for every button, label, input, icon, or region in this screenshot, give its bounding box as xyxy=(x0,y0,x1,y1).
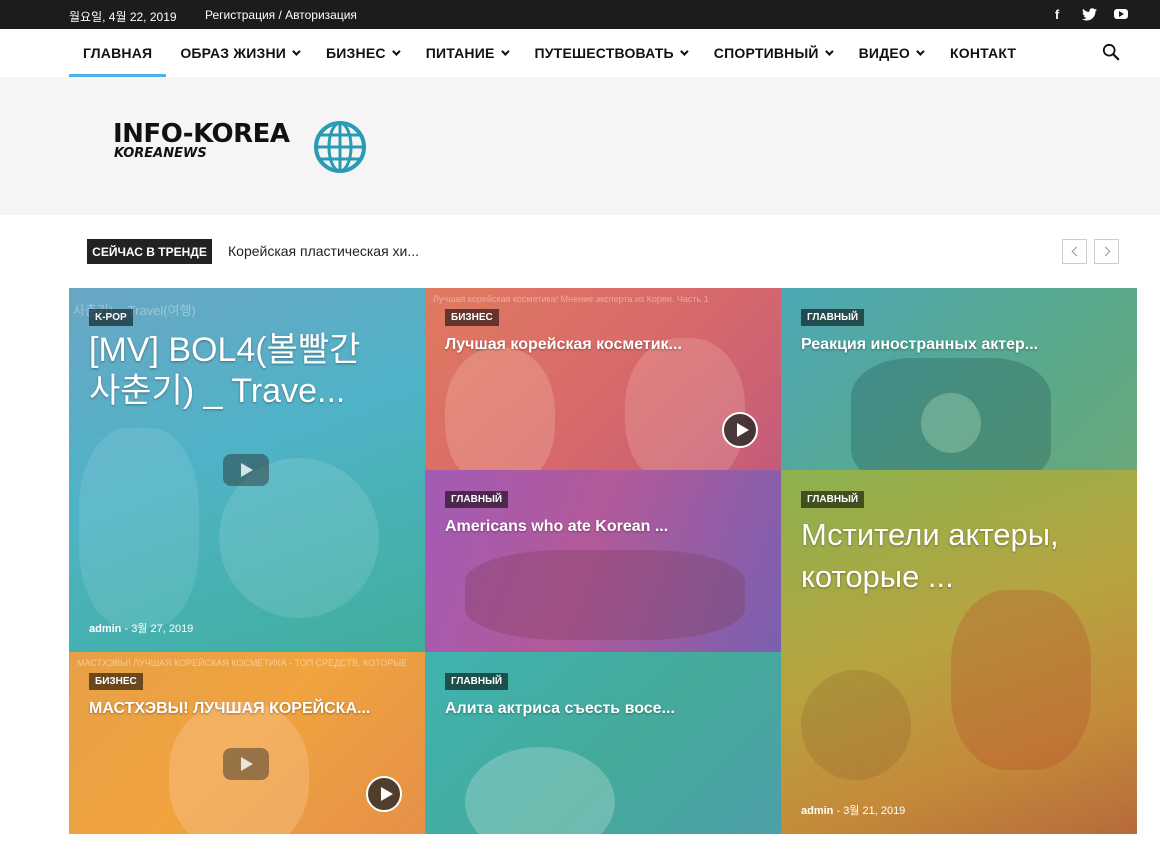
chevron-down-icon xyxy=(824,47,834,56)
category-badge[interactable]: БИЗНЕС xyxy=(89,673,143,690)
facebook-icon[interactable]: f xyxy=(1048,6,1066,22)
trending-headline[interactable]: Корейская пластическая хи... xyxy=(228,243,419,259)
photo-area xyxy=(445,348,555,470)
photo-area xyxy=(921,393,981,453)
post-title[interactable]: Алита актриса съесть восе... xyxy=(445,700,675,718)
post-title[interactable]: Реакция иностранных актер... xyxy=(801,336,1038,354)
featured-post-tile[interactable]: ГЛАВНЫЙ Мстители актеры, которые ... adm… xyxy=(781,470,1137,834)
trending-prev-button[interactable] xyxy=(1062,239,1087,264)
post-meta: admin - 3월 27, 2019 xyxy=(89,623,194,635)
category-badge[interactable]: ГЛАВНЫЙ xyxy=(445,673,509,690)
photo-area xyxy=(465,747,615,834)
video-overlay-text: Лучшая корейская косметика! Мнение экспе… xyxy=(433,294,709,304)
featured-post-tile[interactable]: 사춘기) _ Travel(여행) K-POP [MV] BOL4(볼빨간 사춘… xyxy=(69,288,425,652)
post-title[interactable]: Мстители актеры, которые ... xyxy=(801,514,1101,598)
trending-label: СЕЙЧАС В ТРЕНДЕ xyxy=(87,239,212,264)
globe-icon xyxy=(314,121,366,173)
nav-item-video[interactable]: ВИДЕО xyxy=(845,29,936,77)
photo-area xyxy=(79,428,199,628)
video-overlay-text: МАСТХЭВЫ! ЛУЧШАЯ КОРЕЙСКАЯ КОСМЕТИКА - Т… xyxy=(77,658,408,668)
chevron-right-icon xyxy=(1100,246,1110,257)
photo-area xyxy=(801,670,911,780)
social-links: f xyxy=(1048,6,1130,22)
login-register-link[interactable]: Регистрация / Авторизация xyxy=(205,8,357,22)
category-badge[interactable]: ГЛАВНЫЙ xyxy=(801,491,865,508)
post-tile[interactable]: ГЛАВНЫЙ Алита актриса съесть восе... xyxy=(425,652,781,834)
youtube-icon[interactable] xyxy=(1112,6,1130,22)
chevron-left-icon xyxy=(1071,246,1081,257)
post-date: 3월 27, 2019 xyxy=(131,623,194,635)
current-date: 월요일, 4월 22, 2019 xyxy=(69,10,177,24)
nav-item-home[interactable]: ГЛАВНАЯ xyxy=(69,29,167,77)
trending-next-button[interactable] xyxy=(1094,239,1119,264)
chevron-down-icon xyxy=(916,47,925,56)
post-tile[interactable]: ГЛАВНЫЙ Реакция иностранных актер... xyxy=(781,288,1137,470)
post-author[interactable]: admin xyxy=(89,623,121,635)
play-button-icon[interactable] xyxy=(722,412,758,448)
photo-area xyxy=(465,550,745,640)
category-badge[interactable]: ГЛАВНЫЙ xyxy=(801,309,865,326)
search-icon[interactable] xyxy=(1102,43,1120,61)
post-tile[interactable]: МАСТХЭВЫ! ЛУЧШАЯ КОРЕЙСКАЯ КОСМЕТИКА - Т… xyxy=(69,652,425,834)
category-badge[interactable]: ГЛАВНЫЙ xyxy=(445,491,509,508)
nav-item-business[interactable]: БИЗНЕС xyxy=(312,29,412,77)
post-title[interactable]: Лучшая корейская косметик... xyxy=(445,336,682,354)
play-button-icon[interactable] xyxy=(366,776,402,812)
post-date: 3월 21, 2019 xyxy=(843,805,906,817)
chevron-down-icon xyxy=(500,47,510,56)
post-author[interactable]: admin xyxy=(801,805,833,817)
category-badge[interactable]: K-POP xyxy=(89,309,133,326)
photo-area xyxy=(625,338,745,470)
chevron-down-icon xyxy=(679,47,689,56)
category-badge[interactable]: БИЗНЕС xyxy=(445,309,499,326)
nav-item-lifestyle[interactable]: ОБРАЗ ЖИЗНИ xyxy=(166,29,312,77)
nav-item-contact[interactable]: КОНТАКТ xyxy=(936,29,1030,77)
post-tile[interactable]: ГЛАВНЫЙ Americans who ate Korean ... xyxy=(425,470,781,652)
post-title[interactable]: Americans who ate Korean ... xyxy=(445,518,668,536)
post-tile[interactable]: Лучшая корейская косметика! Мнение экспе… xyxy=(425,288,781,470)
top-bar: 월요일, 4월 22, 2019 Регистрация / Авторизац… xyxy=(0,0,1160,29)
photo-area xyxy=(951,590,1091,770)
post-title[interactable]: [MV] BOL4(볼빨간 사춘기) _ Trave... xyxy=(89,330,389,412)
chevron-down-icon xyxy=(391,47,401,56)
site-logo[interactable]: INFO-KOREA KOREANEWS xyxy=(113,121,290,161)
twitter-icon[interactable] xyxy=(1080,6,1098,22)
nav-item-sport[interactable]: СПОРТИВНЫЙ xyxy=(700,29,845,77)
post-title[interactable]: МАСТХЭВЫ! ЛУЧШАЯ КОРЕЙСКА... xyxy=(89,700,370,718)
post-meta: admin - 3월 21, 2019 xyxy=(801,805,906,817)
chevron-down-icon xyxy=(292,47,301,56)
video-play-icon xyxy=(223,454,269,486)
main-nav: ГЛАВНАЯ ОБРАЗ ЖИЗНИ БИЗНЕС ПИТАНИЕ ПУТЕШ… xyxy=(0,29,1160,77)
nav-item-travel[interactable]: ПУТЕШЕСТВОВАТЬ xyxy=(521,29,700,77)
video-play-icon xyxy=(223,748,269,780)
nav-item-food[interactable]: ПИТАНИЕ xyxy=(412,29,521,77)
